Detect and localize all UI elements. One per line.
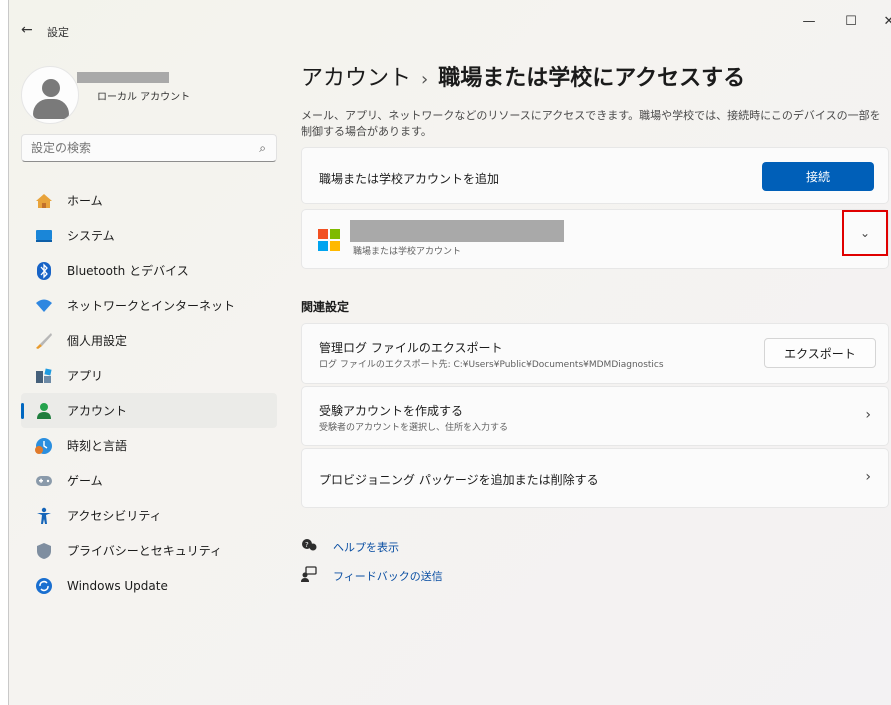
sidebar-item-label: 個人用設定 — [67, 334, 128, 348]
sidebar-item-label: 時刻と言語 — [67, 439, 128, 453]
microsoft-logo-icon — [318, 229, 340, 251]
expand-chevron-icon[interactable]: ⌄ — [842, 210, 888, 256]
feedback-link-label[interactable]: フィードバックの送信 — [333, 568, 443, 584]
avatar-body — [33, 99, 69, 119]
avatar-head — [42, 79, 60, 97]
export-button[interactable]: エクスポート — [764, 338, 876, 368]
sidebar-item-label: プライバシーとセキュリティ — [67, 544, 223, 558]
account-type-label: ローカル アカウント — [97, 92, 191, 103]
sidebar-item-label: システム — [67, 229, 115, 243]
account-type-label: 職場または学校アカウント — [353, 247, 462, 257]
sidebar-item-system[interactable]: システム — [21, 218, 277, 253]
page-description: メール、アプリ、ネットワークなどのリソースにアクセスできます。職場や学校では、接… — [301, 109, 881, 138]
close-button[interactable]: ✕ — [869, 14, 891, 29]
add-account-label: 職場または学校アカウントを追加 — [319, 172, 500, 186]
sidebar-item-home[interactable]: ホーム — [21, 183, 277, 218]
sidebar-item-label: ホーム — [67, 194, 103, 208]
redacted-account-email — [350, 220, 564, 242]
privacy-icon — [35, 542, 53, 560]
help-icon: ? — [301, 538, 319, 556]
search-input[interactable] — [31, 141, 241, 155]
chevron-right-icon: › — [865, 469, 871, 485]
accounts-icon — [35, 402, 53, 420]
redacted-user-name — [77, 72, 169, 83]
test-account-title: 受験アカウントを作成する — [319, 404, 464, 418]
breadcrumb-parent[interactable]: アカウント — [301, 66, 411, 91]
svg-text:?: ? — [305, 541, 309, 549]
connect-button[interactable]: 接続 — [762, 162, 874, 191]
sidebar-item-privacy[interactable]: プライバシーとセキュリティ — [21, 533, 277, 568]
export-logs-card: 管理ログ ファイルのエクスポート ログ ファイルのエクスポート先: C:¥Use… — [301, 323, 889, 384]
sidebar-item-time-language[interactable]: 時刻と言語 — [21, 428, 277, 463]
feedback-link[interactable]: フィードバックの送信 — [301, 566, 443, 586]
sidebar-item-gaming[interactable]: ゲーム — [21, 463, 277, 498]
feedback-icon — [301, 566, 319, 586]
add-account-card: 職場または学校アカウントを追加 接続 — [301, 147, 889, 204]
network-icon — [35, 297, 53, 315]
search-icon: ⌕ — [259, 141, 266, 155]
sidebar-item-label: アクセシビリティ — [67, 509, 162, 523]
settings-search[interactable]: ⌕ — [21, 134, 277, 162]
sidebar-item-accessibility[interactable]: アクセシビリティ — [21, 498, 277, 533]
avatar — [21, 66, 79, 124]
home-icon — [35, 192, 53, 210]
breadcrumb-current: 職場または学校にアクセスする — [438, 66, 746, 91]
active-indicator — [21, 403, 24, 419]
gaming-icon — [35, 472, 53, 490]
help-link-label[interactable]: ヘルプを表示 — [333, 539, 399, 555]
back-button[interactable]: ← — [21, 22, 33, 38]
bluetooth-icon — [35, 261, 53, 280]
sidebar-nav: ホーム システム Bluetooth とデバイス ネットワークとインターネット … — [21, 183, 277, 603]
windows-update-icon — [35, 577, 53, 595]
chevron-right-icon: › — [865, 407, 871, 423]
sidebar-item-label: アプリ — [67, 369, 104, 383]
time-language-icon — [35, 437, 53, 455]
provisioning-package-title: プロビジョニング パッケージを追加または削除する — [319, 473, 599, 487]
maximize-button[interactable]: ☐ — [831, 14, 871, 29]
app-title: 設定 — [47, 26, 69, 39]
sidebar-item-label: ゲーム — [67, 474, 103, 488]
sidebar-item-apps[interactable]: アプリ — [21, 358, 277, 393]
apps-icon — [35, 367, 53, 385]
breadcrumb-separator: › — [421, 69, 429, 90]
sidebar-item-bluetooth[interactable]: Bluetooth とデバイス — [21, 253, 277, 288]
accessibility-icon — [35, 507, 53, 525]
test-account-subtitle: 受験者のアカウントを選択し、住所を入力する — [319, 423, 509, 433]
export-logs-title: 管理ログ ファイルのエクスポート — [319, 341, 503, 355]
provisioning-package-card[interactable]: プロビジョニング パッケージを追加または削除する › — [301, 448, 889, 508]
sidebar-item-label: ネットワークとインターネット — [67, 299, 236, 313]
export-logs-path: ログ ファイルのエクスポート先: C:¥Users¥Public¥Documen… — [319, 360, 664, 370]
test-account-card[interactable]: 受験アカウントを作成する 受験者のアカウントを選択し、住所を入力する › — [301, 386, 889, 446]
sidebar-item-network[interactable]: ネットワークとインターネット — [21, 288, 277, 323]
sidebar-item-label: Bluetooth とデバイス — [67, 264, 189, 278]
sidebar-item-accounts[interactable]: アカウント — [21, 393, 277, 428]
related-settings-heading: 関連設定 — [301, 300, 350, 314]
work-account-entry[interactable]: 職場または学校アカウント ⌄ — [301, 209, 889, 269]
page-title: アカウント › 職場または学校にアクセスする — [301, 60, 745, 92]
minimize-button[interactable]: — — [789, 14, 829, 29]
sidebar-item-label: アカウント — [67, 404, 128, 418]
title-bar: ← 設定 — ☐ ✕ — [9, 0, 891, 40]
get-help-link[interactable]: ? ヘルプを表示 — [301, 538, 399, 556]
system-icon — [35, 227, 53, 245]
settings-window: ← 設定 — ☐ ✕ ローカル アカウント ⌕ ホーム システム — [8, 0, 891, 705]
desktop-edge — [0, 0, 8, 705]
sidebar-item-personalization[interactable]: 個人用設定 — [21, 323, 277, 358]
sidebar-item-label: Windows Update — [67, 578, 168, 593]
personalization-icon — [35, 332, 53, 350]
sidebar-item-windows-update[interactable]: Windows Update — [21, 568, 277, 603]
